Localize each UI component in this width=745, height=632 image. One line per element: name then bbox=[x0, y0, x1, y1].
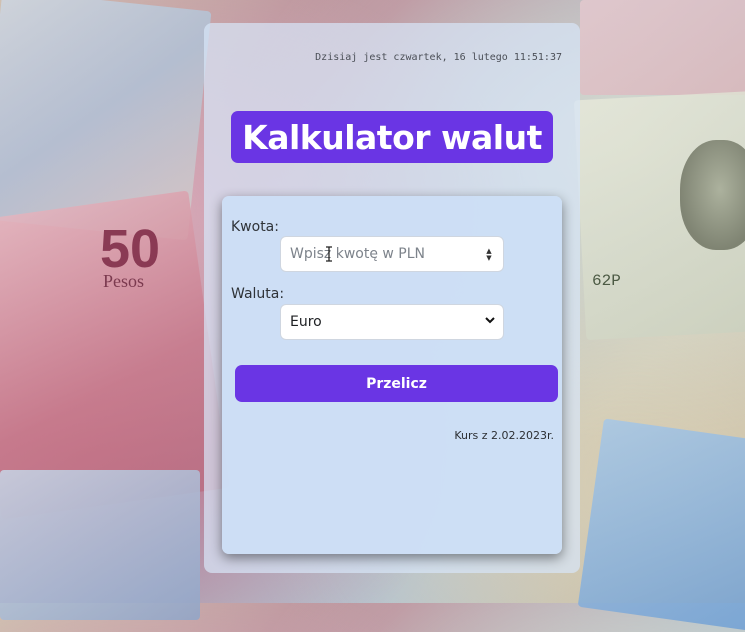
convert-button[interactable]: Przelicz bbox=[235, 365, 558, 402]
chevron-down-icon bbox=[485, 317, 495, 324]
currency-label: Waluta: bbox=[231, 286, 285, 302]
text-cursor-icon bbox=[326, 246, 332, 262]
currency-selected-value: Euro bbox=[290, 314, 322, 330]
amount-placeholder: Wpisz kwotę w PLN bbox=[290, 246, 426, 262]
banknote-code: 62P bbox=[592, 272, 621, 290]
banknote-background bbox=[577, 418, 745, 632]
banknote-background bbox=[580, 0, 745, 95]
currency-select[interactable]: Euro bbox=[280, 304, 504, 340]
page-title: Kalkulator walut bbox=[242, 117, 542, 157]
converter-form: Kwota: Wpisz kwotę w PLN ▲ ▼ Waluta: Euro… bbox=[222, 196, 562, 554]
current-datetime: Dzisiaj jest czwartek, 16 lutego 11:51:3… bbox=[315, 52, 562, 63]
banknote-background bbox=[0, 470, 200, 620]
amount-input[interactable]: Wpisz kwotę w PLN ▲ ▼ bbox=[280, 236, 504, 272]
amount-label: Kwota: bbox=[231, 219, 279, 235]
exchange-rate-date: Kurs z 2.02.2023r. bbox=[454, 429, 554, 442]
title-banner: Kalkulator walut bbox=[231, 111, 553, 163]
banknote-text: Pesos bbox=[103, 271, 145, 291]
banknote-portrait bbox=[680, 140, 745, 250]
number-spinner-icon[interactable]: ▲ ▼ bbox=[484, 246, 494, 264]
calculator-panel: Dzisiaj jest czwartek, 16 lutego 11:51:3… bbox=[204, 23, 580, 573]
